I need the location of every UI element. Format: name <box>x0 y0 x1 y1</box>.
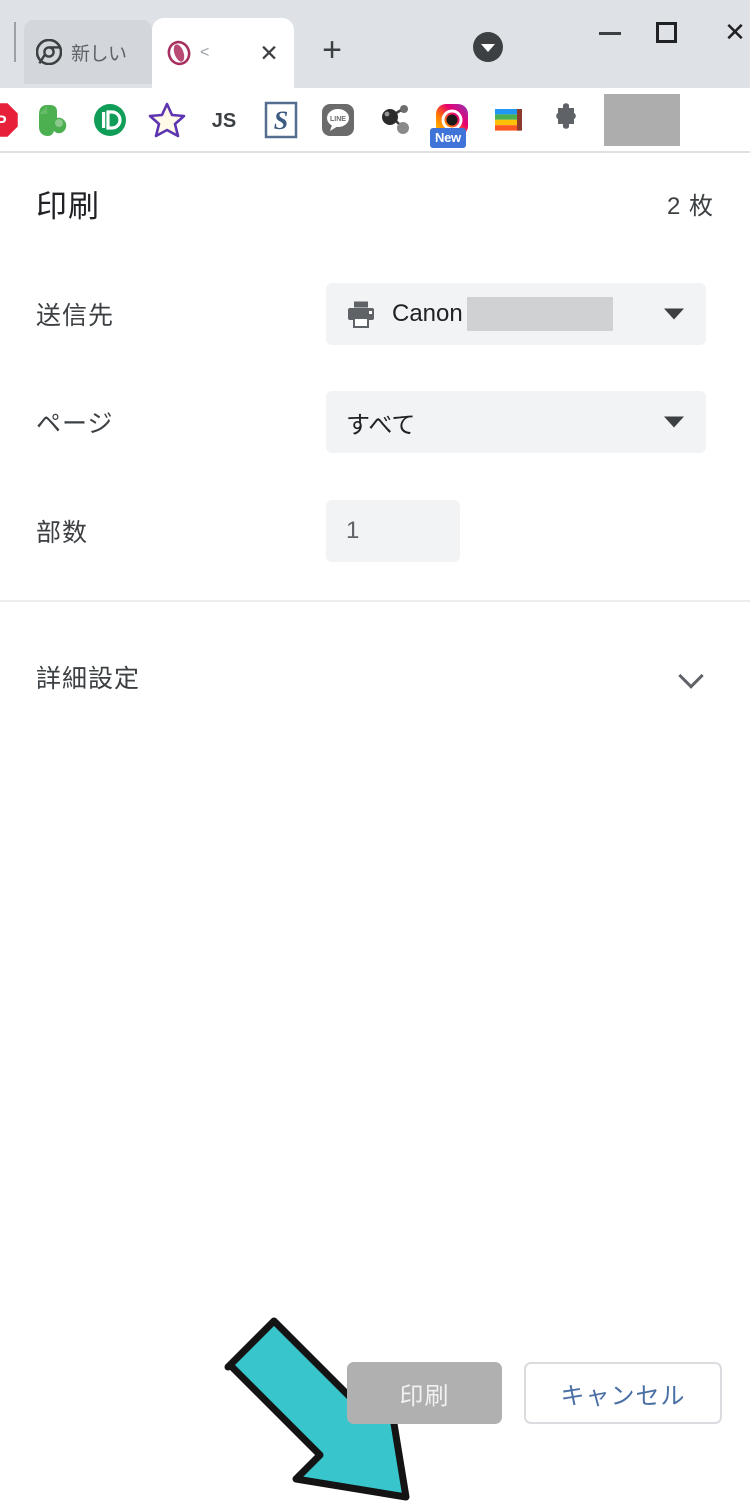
copies-label: 部数 <box>36 519 89 547</box>
window-controls: ✕ <box>582 0 750 64</box>
copies-input[interactable]: 1 <box>326 500 460 562</box>
site-icon <box>166 40 192 66</box>
bookmark-stop-p-icon[interactable]: P <box>0 91 24 149</box>
new-badge: New <box>430 127 466 148</box>
print-dialog-footer: 印刷 キャンセル <box>0 1362 750 1424</box>
destination-value: Canon <box>392 300 463 327</box>
bookmark-instagram-icon[interactable]: New <box>423 91 480 149</box>
print-button[interactable]: 印刷 <box>347 1362 502 1424</box>
bookmark-line-icon[interactable]: LINE <box>309 91 366 149</box>
bookmark-star-icon[interactable] <box>138 91 195 149</box>
svg-text:LINE: LINE <box>330 116 346 123</box>
bookmark-evernote-icon[interactable] <box>24 91 81 149</box>
tab-search-icon[interactable] <box>468 27 508 67</box>
extensions-puzzle-icon[interactable] <box>537 91 594 149</box>
bookmark-id-circle-icon[interactable] <box>81 91 138 149</box>
browser-chrome: 新しい < ✕ + ✕ <box>0 0 750 88</box>
svg-text:P: P <box>0 112 7 131</box>
maximize-icon[interactable] <box>638 2 694 62</box>
destination-select[interactable]: Canon <box>326 283 706 345</box>
bookmark-molecule-icon[interactable] <box>366 91 423 149</box>
svg-text:JS: JS <box>211 110 235 132</box>
section-divider <box>0 600 750 602</box>
bookmark-js-icon[interactable]: JS <box>195 91 252 149</box>
chevron-down-icon <box>664 416 684 428</box>
pages-select[interactable]: すべて <box>326 391 706 453</box>
close-icon[interactable]: ✕ <box>258 41 280 64</box>
print-dialog: 印刷 2 枚 送信先 Canon ページ すべて 部数 1 詳細設定 印刷 キャ… <box>0 153 750 1501</box>
pages-value: すべて <box>346 411 416 439</box>
print-dialog-header: 印刷 2 枚 <box>0 153 750 253</box>
chrome-icon <box>36 39 62 65</box>
browser-tab-active[interactable]: < ✕ <box>152 18 294 88</box>
redacted-profile-block <box>604 93 680 146</box>
browser-tab-inactive[interactable]: 新しい <box>24 20 152 84</box>
pages-label: ページ <box>36 410 114 438</box>
sheet-count: 2 枚 <box>666 192 714 220</box>
cancel-button[interactable]: キャンセル <box>524 1362 722 1424</box>
minimize-icon[interactable] <box>582 2 638 62</box>
window-close-icon[interactable]: ✕ <box>694 2 750 62</box>
svg-text:S: S <box>273 106 287 135</box>
window-close-glyph: ✕ <box>724 17 746 47</box>
minimize-glyph <box>599 31 621 35</box>
destination-row: 送信先 Canon <box>0 283 750 345</box>
copies-row: 部数 1 <box>0 500 750 562</box>
copies-control: 1 <box>326 500 750 562</box>
bookmarks-bar: P JS S LINE New <box>0 88 750 153</box>
chevron-down-icon <box>680 665 704 689</box>
page-title: 印刷 <box>36 188 100 224</box>
destination-control: Canon <box>326 283 750 345</box>
redacted-printer-model <box>466 297 613 331</box>
tab-search-glyph <box>473 32 503 62</box>
tabstrip-edge-divider <box>14 22 16 62</box>
destination-label: 送信先 <box>36 302 115 330</box>
maximize-glyph <box>655 21 677 43</box>
bookmark-s-square-icon[interactable]: S <box>252 91 309 149</box>
bookmark-rainbow-books-icon[interactable] <box>480 91 537 149</box>
advanced-settings-label: 詳細設定 <box>36 665 141 693</box>
printer-icon <box>346 300 376 328</box>
browser-tab-title: 新しい <box>71 43 127 65</box>
browser-tab-title: < <box>200 44 209 61</box>
advanced-settings-toggle[interactable]: 詳細設定 <box>0 633 750 721</box>
new-tab-button[interactable]: + <box>310 28 354 72</box>
pages-control: すべて <box>326 391 750 453</box>
chevron-down-icon <box>664 308 684 320</box>
pages-row: ページ すべて <box>0 391 750 453</box>
